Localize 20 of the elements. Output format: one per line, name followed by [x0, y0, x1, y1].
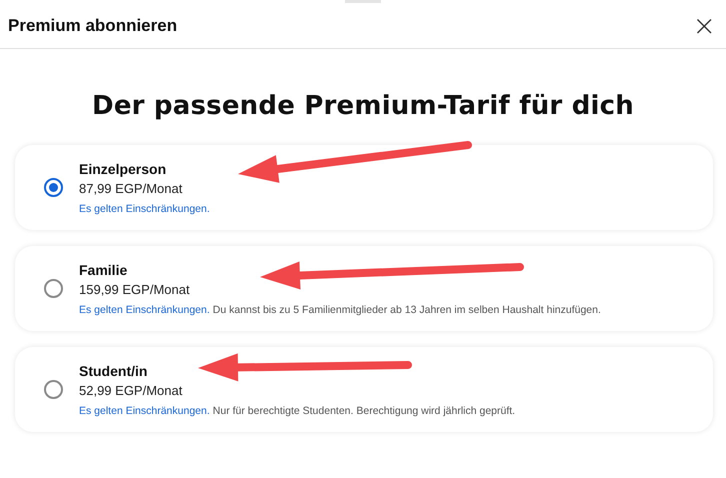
radio-button[interactable]: [44, 279, 63, 298]
plan-name: Familie: [79, 262, 128, 278]
page-heading: Der passende Premium-Tarif für dich: [91, 91, 635, 121]
plan-card[interactable]: Student/in 52,99 EGP/Monat Es gelten Einschränkungen. Nur für berechtigte Studenten. Berechtigung wird jährlich geprüft.: [15, 347, 713, 432]
radio-button[interactable]: [44, 178, 63, 197]
restrictions-link[interactable]: Es gelten Einschränkungen.: [79, 202, 210, 214]
plan-note: Du kannst bis zu 5 Familienmitglieder ab 13 Jahren im selben Haushalt hinzufügen.: [212, 304, 601, 316]
plan-name: Student/in: [79, 362, 148, 378]
plan-price: 87,99 EGP/Monat: [79, 180, 182, 196]
dialog-title: Premium abonnieren: [8, 16, 178, 36]
close-button[interactable]: ×: [688, 12, 720, 40]
plan-price: 159,99 EGP/Monat: [79, 282, 190, 296]
restrictions-link[interactable]: Es gelten Einschränkungen.: [79, 304, 210, 316]
plan-price: 52,99 EGP/Monat: [79, 382, 182, 398]
plan-name: Einzelperson: [79, 160, 166, 176]
restrictions-link[interactable]: Es gelten Einschränkungen.: [79, 404, 210, 416]
plan-card[interactable]: Familie 159,99 EGP/Monat Es gelten Einschränkungen. Du kannst bis zu 5 Familienmitglieder ab 13 Jahren im selben Haushalt hinzufügen.: [15, 246, 713, 331]
plan-card[interactable]: Einzelperson 87,99 EGP/Monat Es gelten Einschränkungen.: [15, 145, 713, 230]
radio-button[interactable]: [44, 380, 63, 399]
plan-note: Nur für berechtigte Studenten. Berechtigung wird jährlich geprüft.: [212, 404, 516, 416]
